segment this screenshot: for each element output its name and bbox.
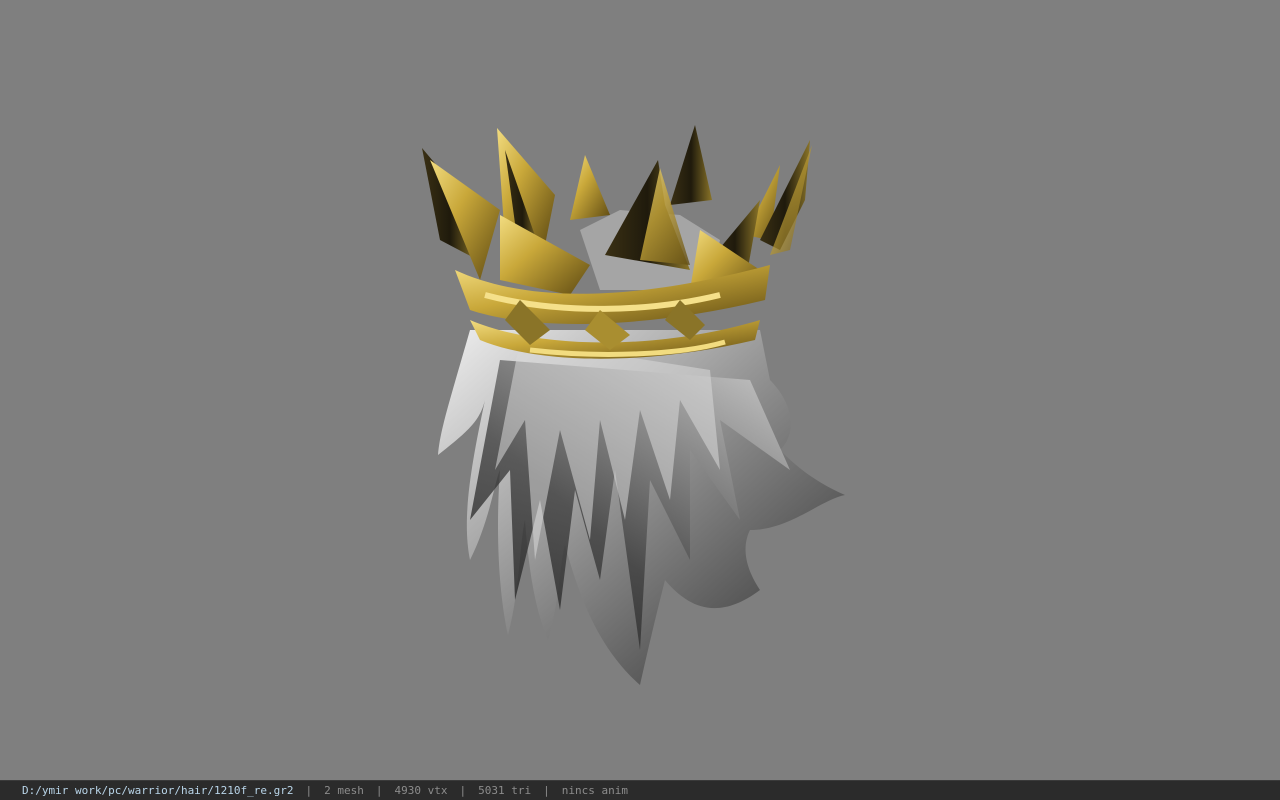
hair-crown-model (422, 125, 845, 685)
mesh-count: 2 mesh (324, 784, 364, 797)
triangle-count: 5031 tri (478, 784, 532, 797)
separator: | (305, 784, 313, 797)
animation-status: nincs anim (561, 784, 628, 797)
separator: | (543, 784, 550, 797)
separator: | (459, 784, 467, 797)
vertex-count: 4930 vtx (394, 784, 448, 797)
hair-mesh (438, 210, 845, 685)
separator: | (375, 784, 383, 797)
status-bar: D:/ymir work/pc/warrior/hair/1210f_re.gr… (0, 780, 1280, 800)
file-path: D:/ymir work/pc/warrior/hair/1210f_re.gr… (22, 784, 294, 797)
3d-viewport[interactable] (0, 0, 1280, 780)
